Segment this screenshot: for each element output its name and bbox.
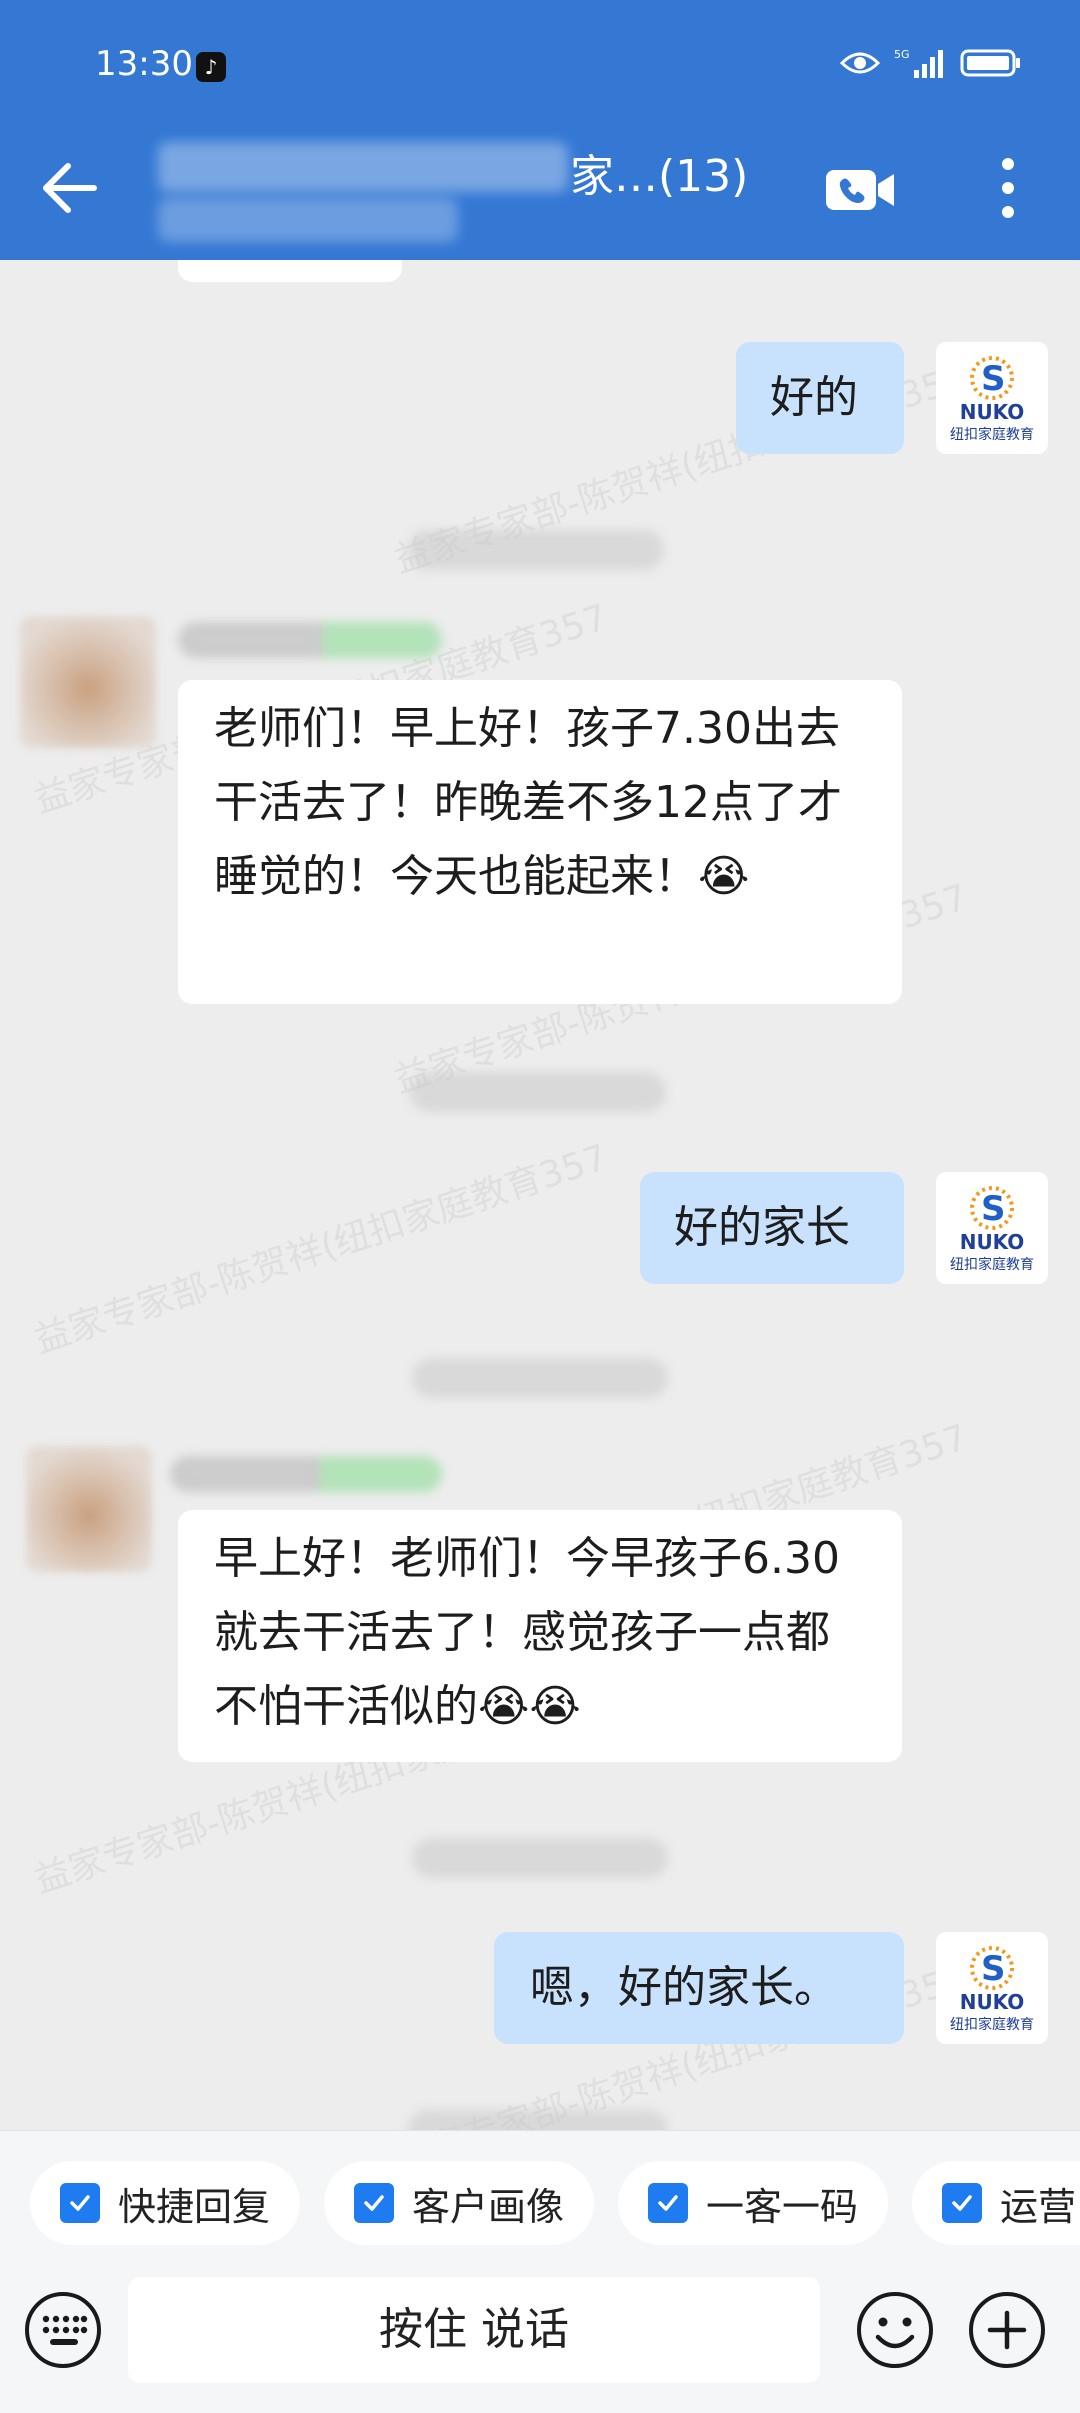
nuko-avatar[interactable]: S NUKO 纽扣家庭教育 (936, 342, 1048, 454)
checkbox-checked-icon (354, 2183, 394, 2223)
nuko-avatar[interactable]: S NUKO 纽扣家庭教育 (936, 1932, 1048, 2044)
nuko-logo-icon: S (970, 1186, 1014, 1230)
plus-icon[interactable] (966, 2289, 1048, 2371)
chip-label: 一客一码 (706, 2184, 859, 2229)
outgoing-message-bubble[interactable]: 嗯，好的家长。 (494, 1932, 904, 2044)
battery-icon (960, 49, 1020, 77)
network-label: 5G (894, 48, 910, 61)
nuko-brand-name: 纽扣家庭教育 (950, 427, 1034, 443)
nuko-brand: NUKO (959, 400, 1025, 424)
eye-icon (840, 52, 880, 74)
watermark: 益家专家部-陈贺祥(纽扣家庭教育357 (29, 1137, 613, 1362)
svg-text:S: S (981, 1189, 1006, 1229)
chat-title-redacted (158, 142, 568, 192)
checkbox-checked-icon (942, 2183, 982, 2223)
crying-emoji: 😭 (698, 851, 750, 902)
status-icons: 5G (840, 46, 1022, 80)
svg-text:S: S (981, 359, 1006, 399)
checkbox-checked-icon (648, 2183, 688, 2223)
operations-chip[interactable]: 运营 (912, 2161, 1080, 2245)
nuko-logo-icon: S (970, 356, 1014, 400)
incoming-message-bubble[interactable]: 早上好！老师们！今早孩子6.30就去干活去了！感觉孩子一点都不怕干活似的😭😭 (178, 1510, 902, 1762)
timestamp-redacted (412, 1358, 668, 1398)
one-customer-one-code-chip[interactable]: 一客一码 (618, 2161, 888, 2245)
outgoing-message-bubble[interactable]: 好的 (736, 342, 904, 454)
timestamp-redacted (412, 1838, 668, 1878)
nuko-logo-icon: S (970, 1946, 1014, 1990)
timestamp-redacted (410, 1072, 666, 1112)
video-call-icon[interactable] (820, 150, 900, 226)
nuko-brand-name: 纽扣家庭教育 (950, 2017, 1034, 2033)
nuko-brand: NUKO (959, 1230, 1025, 1254)
incoming-message-bubble[interactable]: 老师们！早上好！孩子7.30出去干活去了！昨晚差不多12点了才睡觉的！今天也能起… (178, 680, 902, 1004)
nuko-brand: NUKO (959, 1990, 1025, 2014)
outgoing-message-bubble[interactable]: 好的家长 (640, 1172, 904, 1284)
chip-label: 客户画像 (412, 2184, 565, 2229)
hold-to-talk-button[interactable]: 按住 说话 (128, 2277, 820, 2383)
svg-text:S: S (981, 1949, 1006, 1989)
chat-message-list[interactable]: 益家专家部-陈贺祥(纽扣家庭教育357 益家专家部-陈贺祥(纽扣家庭教育357 … (0, 260, 1080, 2130)
message-text: 嗯，好的家长。 (530, 1962, 838, 2013)
previous-message-bubble[interactable] (178, 260, 402, 282)
message-text: 好的 (770, 372, 858, 423)
signal-5g-icon: 5G (894, 48, 943, 78)
sender-avatar[interactable] (20, 616, 156, 748)
tiktok-notification-icon: ♪ (196, 52, 226, 82)
crying-emoji: 😭😭 (478, 1681, 581, 1732)
nuko-brand-name: 纽扣家庭教育 (950, 1257, 1034, 1273)
quick-reply-chip[interactable]: 快捷回复 (30, 2161, 300, 2245)
chip-label: 运营 (1000, 2184, 1077, 2229)
input-toolbar: 快捷回复 客户画像 一客一码 运营 按住 说话 (0, 2130, 1080, 2413)
keyboard-icon[interactable] (22, 2289, 104, 2371)
chat-header: 13:30 ♪ 5G 家…(13) (0, 0, 1080, 260)
timestamp-redacted (408, 2110, 668, 2130)
message-text: 好的家长 (674, 1202, 850, 1253)
customer-profile-chip[interactable]: 客户画像 (324, 2161, 594, 2245)
nuko-avatar[interactable]: S NUKO 纽扣家庭教育 (936, 1172, 1048, 1284)
sender-name-redacted (170, 1456, 442, 1492)
emoji-icon[interactable] (854, 2289, 936, 2371)
back-arrow-icon[interactable] (34, 150, 110, 226)
sender-avatar[interactable] (26, 1446, 152, 1572)
status-time: 13:30 (95, 44, 193, 84)
sender-name-redacted (178, 622, 442, 658)
checkbox-checked-icon (60, 2183, 100, 2223)
chat-subtitle-redacted (158, 198, 458, 242)
chat-title[interactable]: 家…(13) (570, 140, 748, 204)
chip-label: 快捷回复 (118, 2184, 271, 2229)
timestamp-redacted (408, 530, 664, 570)
more-options-icon[interactable] (985, 150, 1031, 226)
